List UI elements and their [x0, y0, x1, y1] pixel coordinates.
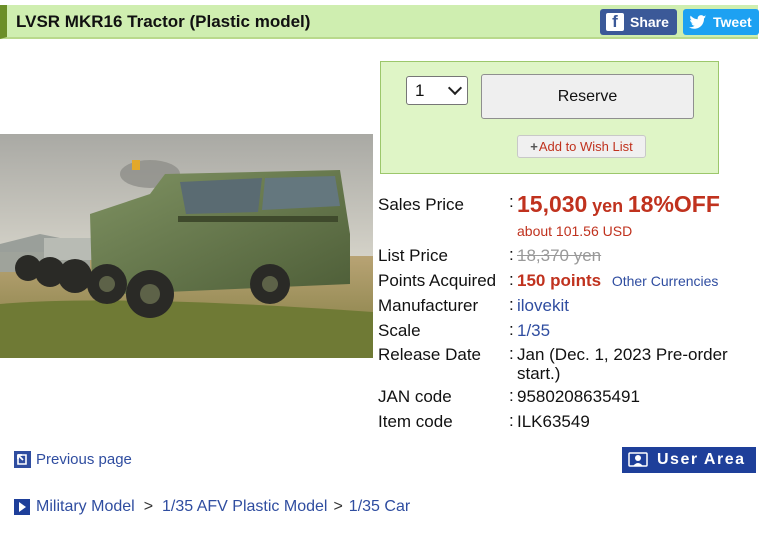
manufacturer-link[interactable]: ilovekit — [517, 296, 569, 316]
plus-icon: + — [530, 139, 538, 154]
points-value: 150 points — [517, 271, 602, 290]
user-area-button[interactable]: User Area — [622, 447, 756, 473]
release-date-line1: Jan (Dec. 1, 2023 Pre-order — [517, 345, 728, 364]
user-icon — [627, 451, 649, 469]
twitter-bird-icon — [689, 14, 707, 30]
user-area-label: User Area — [657, 451, 746, 468]
quantity-value: 1 — [415, 81, 425, 100]
scale-link[interactable]: 1/35 — [517, 321, 550, 341]
release-date-label: Release Date — [378, 345, 482, 364]
reserve-button[interactable]: Reserve — [481, 74, 694, 119]
facebook-share-button[interactable]: f Share — [600, 9, 677, 35]
colon: : — [509, 386, 514, 405]
colon: : — [509, 192, 514, 211]
wishlist-label: Add to Wish List — [538, 139, 633, 154]
item-code-label: Item code — [378, 412, 453, 431]
colon: : — [509, 295, 514, 314]
chevron-down-icon — [447, 80, 463, 96]
release-date-line2: start.) — [517, 364, 561, 383]
discount-badge: 18%OFF — [627, 191, 720, 217]
sales-price-unit: yen — [592, 196, 624, 216]
breadcrumb-afv-plastic-model[interactable]: 1/35 AFV Plastic Model — [162, 498, 327, 516]
quantity-select[interactable]: 1 — [406, 76, 468, 105]
colon: : — [509, 320, 514, 339]
previous-page-link[interactable]: Previous page — [14, 451, 132, 468]
usd-equivalent: about 101.56 USD — [517, 223, 633, 239]
manufacturer-label: Manufacturer — [378, 296, 479, 315]
colon: : — [509, 344, 514, 363]
sales-price-label: Sales Price — [378, 195, 464, 214]
colon: : — [509, 270, 514, 289]
play-arrow-icon — [14, 499, 30, 515]
previous-page-label: Previous page — [36, 451, 132, 468]
jan-code-label: JAN code — [378, 387, 452, 406]
tweet-label: Tweet — [713, 14, 752, 30]
points-label: Points Acquired — [378, 271, 497, 290]
colon: : — [509, 245, 514, 264]
back-arrow-icon — [14, 451, 31, 468]
share-label: Share — [630, 14, 669, 30]
breadcrumb-military-model[interactable]: Military Model — [36, 498, 135, 516]
facebook-icon: f — [606, 13, 624, 31]
list-price-label: List Price — [378, 246, 448, 265]
other-currencies-link[interactable]: Other Currencies — [612, 273, 719, 289]
sales-price-value: 15,030 — [517, 191, 588, 217]
list-price-value: 18,370 yen — [517, 246, 602, 265]
sales-price: 15,030 yen 18%OFF — [517, 191, 720, 218]
product-image[interactable] — [0, 134, 373, 358]
colon: : — [509, 411, 514, 430]
page-title: LVSR MKR16 Tractor (Plastic model) — [16, 12, 311, 31]
breadcrumb-separator: > — [143, 498, 154, 515]
item-code-value: ILK63549 — [517, 412, 590, 431]
breadcrumb: Military Model > 1/35 AFV Plastic Model … — [14, 498, 410, 516]
breadcrumb-car[interactable]: 1/35 Car — [349, 498, 410, 516]
points-row: 150 points Other Currencies — [517, 271, 718, 291]
order-panel: 1 Reserve + Add to Wish List — [380, 61, 719, 174]
scale-label: Scale — [378, 321, 421, 340]
twitter-tweet-button[interactable]: Tweet — [683, 9, 759, 35]
product-title-bar: LVSR MKR16 Tractor (Plastic model) f Sha… — [0, 5, 759, 39]
breadcrumb-separator: > — [333, 498, 343, 515]
add-to-wishlist-button[interactable]: + Add to Wish List — [517, 135, 646, 158]
jan-code-value: 9580208635491 — [517, 387, 640, 406]
